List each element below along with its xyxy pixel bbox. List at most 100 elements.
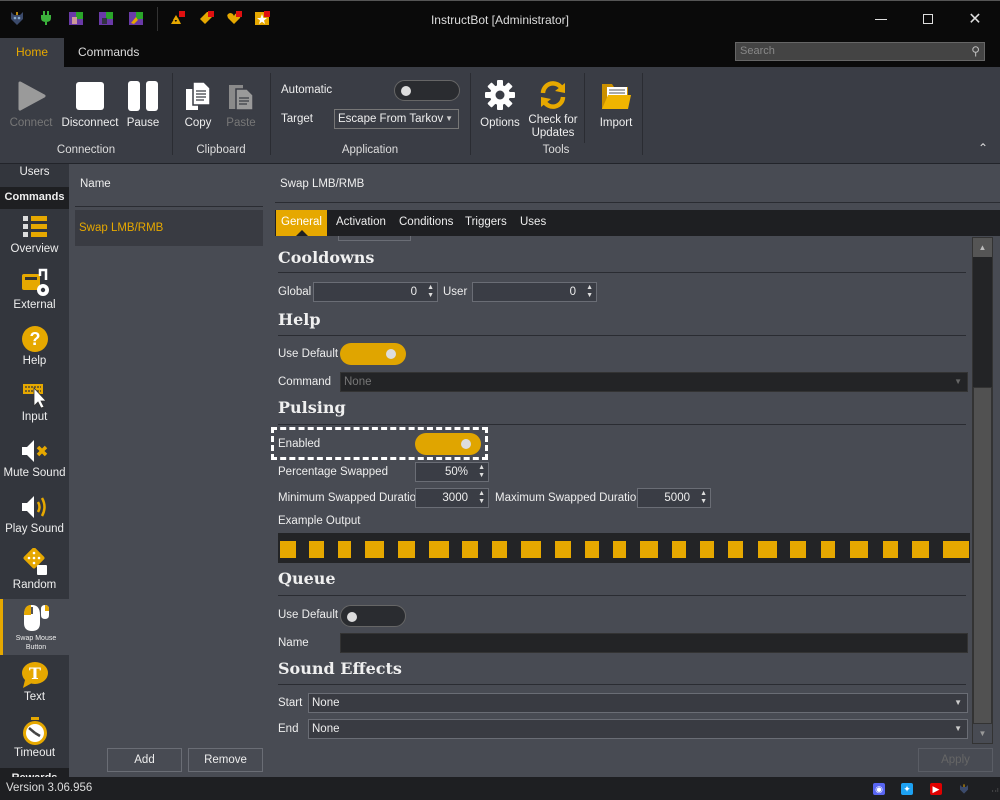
sidebar-item-random[interactable]: Random	[0, 547, 69, 591]
search-placeholder: Search	[740, 45, 775, 57]
sidebar-item-external[interactable]: External	[0, 267, 69, 311]
queue-use-default-toggle[interactable]	[340, 605, 406, 627]
sidebar-item-mute-sound[interactable]: Mute Sound	[0, 435, 69, 479]
vertical-scrollbar[interactable]: ▲ ▼	[972, 237, 993, 744]
target-label: Target	[281, 113, 313, 125]
search-icon[interactable]: ⚲	[971, 43, 980, 60]
paste-button[interactable]: Paste	[222, 73, 260, 129]
add-button[interactable]: Add	[107, 748, 182, 772]
min-swapped-duration-input[interactable]: 3000 ▲ ▼	[415, 488, 489, 508]
options-button[interactable]: Options	[478, 73, 522, 129]
global-cooldown-input[interactable]: 0 ▲ ▼	[313, 282, 438, 302]
pulse-segment	[639, 541, 658, 558]
disconnect-label: Disconnect	[61, 117, 119, 129]
connection-group-label: Connection	[56, 144, 116, 156]
pulse-segment	[790, 541, 807, 558]
copy-label: Copy	[184, 117, 212, 129]
minimize-button[interactable]	[858, 5, 904, 33]
help-command-dropdown[interactable]: None ▼	[340, 372, 968, 392]
sidebar-item-timeout[interactable]: Timeout	[0, 715, 69, 759]
pulse-segment	[882, 541, 898, 558]
resize-grip-icon[interactable]: ⠠⠴	[989, 787, 999, 797]
list-icon	[22, 216, 47, 237]
spinner-arrows-icon[interactable]: ▲ ▼	[427, 284, 434, 300]
section-divider	[278, 424, 966, 425]
name-column-header[interactable]: Name	[80, 178, 111, 190]
tab-conditions[interactable]: Conditions	[399, 216, 453, 228]
sidebar-section-rewards[interactable]: Rewards	[0, 768, 69, 777]
connect-button[interactable]: Connect	[8, 73, 54, 129]
pulse-segment	[699, 541, 714, 558]
global-cooldown-label: Global	[278, 286, 312, 298]
spinner-arrows-icon[interactable]: ▲ ▼	[478, 464, 485, 480]
sidebar-item-input[interactable]: Input	[0, 379, 69, 423]
spinner-arrows-icon[interactable]: ▲ ▼	[478, 490, 485, 506]
search-input[interactable]: Search ⚲	[735, 42, 985, 61]
end-sound-value: None	[312, 723, 340, 735]
ribbon: Connect Disconnect Pause Connection Copy…	[0, 67, 1000, 164]
pulsing-enabled-toggle[interactable]	[415, 433, 481, 455]
scroll-down-button[interactable]: ▼	[973, 724, 992, 743]
tab-home[interactable]: Home	[0, 38, 65, 67]
pause-button[interactable]: Pause	[124, 73, 162, 129]
automatic-toggle[interactable]	[394, 80, 460, 101]
command-list-pane: Name Swap LMB/RMB Add Remove	[69, 164, 270, 777]
sidebar-item-play-sound[interactable]: Play Sound	[0, 491, 69, 535]
percentage-swapped-input[interactable]: 50% ▲ ▼	[415, 462, 489, 482]
import-button[interactable]: Import	[594, 73, 638, 129]
chevron-down-icon: ▼	[954, 377, 962, 386]
sidebar-item-label: Timeout	[13, 747, 56, 759]
spinner-arrows-icon[interactable]: ▲ ▼	[586, 284, 593, 300]
sidebar-item-text[interactable]: T Text	[0, 659, 69, 703]
sidebar-item-label: Help	[22, 355, 47, 367]
remove-button[interactable]: Remove	[188, 748, 263, 772]
tab-triggers[interactable]: Triggers	[465, 216, 507, 228]
user-cooldown-input[interactable]: 0 ▲ ▼	[472, 282, 597, 302]
start-sound-dropdown[interactable]: None ▼	[308, 693, 968, 713]
percentage-swapped-value: 50%	[444, 466, 468, 478]
max-swapped-duration-value: 5000	[664, 492, 690, 504]
sidebar-item-label: Swap Mouse Button	[15, 635, 57, 651]
check-updates-button[interactable]: Check for Updates	[528, 73, 578, 140]
sidebar-section-commands[interactable]: Commands	[0, 187, 69, 209]
sidebar-item-label: Text	[23, 691, 46, 703]
youtube-icon[interactable]: ▶	[930, 783, 942, 795]
title-divider	[275, 202, 1000, 203]
sidebar-item-help[interactable]: ? Help	[0, 323, 69, 367]
close-button[interactable]: ✕	[952, 5, 998, 33]
sidebar-item-users[interactable]: Users	[0, 164, 69, 186]
discord-icon[interactable]: ◉	[873, 783, 885, 795]
scrollbar-thumb[interactable]	[973, 387, 992, 724]
disconnect-button[interactable]: Disconnect	[60, 73, 120, 129]
twitter-icon[interactable]: ✦	[901, 783, 913, 795]
pause-icon	[128, 81, 158, 111]
user-cooldown-value: 0	[569, 286, 576, 298]
list-item[interactable]: Swap LMB/RMB	[75, 210, 263, 246]
refresh-icon	[540, 81, 566, 109]
queue-name-input[interactable]	[340, 633, 968, 653]
scroll-up-button[interactable]: ▲	[973, 238, 992, 257]
sound-effects-heading: Sound Effects	[278, 659, 402, 678]
collapse-ribbon-icon[interactable]: ⌃	[978, 141, 988, 155]
app-logo-small-icon[interactable]	[958, 783, 970, 795]
status-bar: Version 3.06.956 ◉ ✦ ▶ ⠠⠴	[0, 777, 1000, 800]
target-dropdown[interactable]: Escape From Tarkov ▼	[334, 109, 459, 129]
tab-activation[interactable]: Activation	[336, 216, 386, 228]
help-use-default-toggle[interactable]	[340, 343, 406, 365]
chevron-down-icon: ▼	[954, 724, 962, 733]
ribbon-separator	[642, 73, 643, 155]
min-swapped-duration-label: Minimum Swapped Duration	[278, 492, 423, 504]
tab-commands[interactable]: Commands	[62, 38, 155, 67]
spinner-arrows-icon[interactable]: ▲ ▼	[700, 490, 707, 506]
maximize-button[interactable]	[905, 5, 951, 33]
copy-button[interactable]: Copy	[180, 73, 216, 129]
max-swapped-duration-input[interactable]: 5000 ▲ ▼	[637, 488, 711, 508]
sidebar-item-overview[interactable]: Overview	[0, 211, 69, 255]
apply-button[interactable]: Apply	[918, 748, 993, 772]
sidebar-item-label: Overview	[10, 243, 59, 255]
sidebar-item-swap-mouse-button[interactable]: Swap Mouse Button	[0, 599, 69, 655]
queue-name-label: Name	[278, 637, 309, 649]
tab-uses[interactable]: Uses	[520, 216, 546, 228]
end-sound-dropdown[interactable]: None ▼	[308, 719, 968, 739]
pulse-segment	[820, 541, 836, 558]
